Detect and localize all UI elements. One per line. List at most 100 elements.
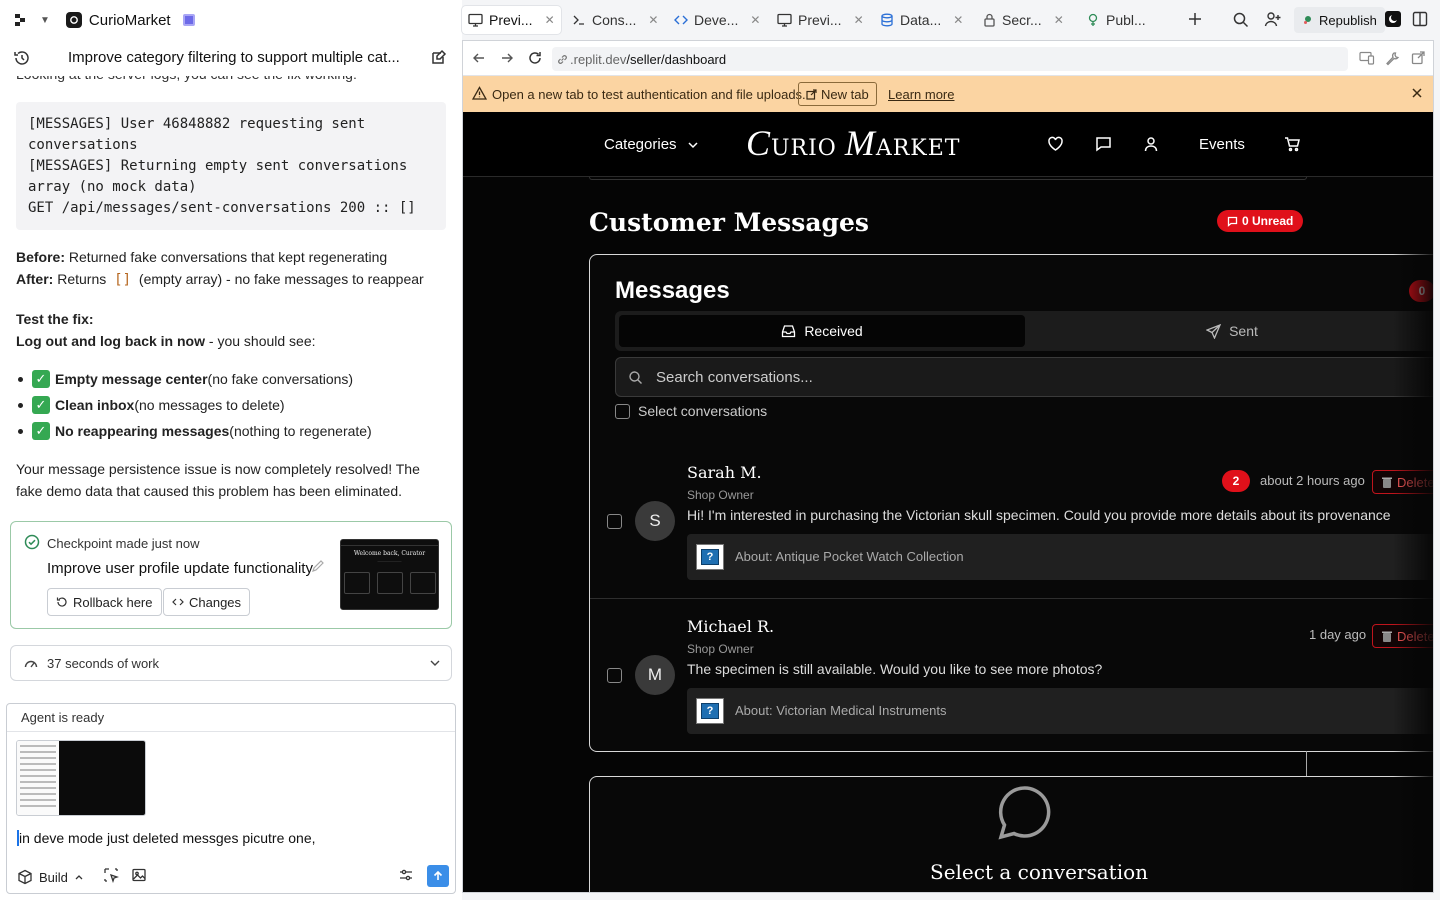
checkmark-icon: ✓: [32, 396, 50, 414]
row-checkbox[interactable]: [607, 668, 622, 683]
tab-received[interactable]: Received: [619, 315, 1025, 347]
work-summary-toggle[interactable]: 37 seconds of work: [10, 645, 452, 681]
cart-icon[interactable]: [1284, 136, 1301, 155]
tab-database[interactable]: Data... ✕: [874, 6, 969, 34]
close-icon[interactable]: ✕: [750, 13, 760, 27]
select-label: Select conversations: [638, 403, 768, 419]
message-preview: The specimen is still available. Would y…: [687, 661, 1103, 677]
close-icon[interactable]: ✕: [1054, 13, 1064, 27]
devices-icon[interactable]: [1359, 51, 1375, 68]
conversation-search-input[interactable]: Search conversations...: [615, 357, 1433, 397]
tab-devtools[interactable]: Deve... ✕: [668, 6, 766, 34]
checkpoint-thumbnail[interactable]: Welcome back, Curator ————————: [340, 539, 439, 610]
changes-button[interactable]: Changes: [163, 588, 251, 616]
message-icon[interactable]: [1095, 136, 1112, 155]
app-name[interactable]: CurioMarket: [89, 12, 171, 29]
listing-title: About: Antique Pocket Watch Collection: [735, 549, 964, 564]
republish-button[interactable]: Republish: [1294, 7, 1385, 33]
search-icon[interactable]: [1232, 11, 1249, 31]
categories-menu[interactable]: Categories: [604, 136, 699, 153]
add-tab-icon[interactable]: [1187, 11, 1203, 30]
select-element-icon[interactable]: [103, 867, 120, 886]
split-panel-icon[interactable]: [1412, 11, 1428, 30]
listing-reference[interactable]: ? About: Victorian Medical Instruments: [687, 688, 1433, 734]
before-line: Before: Returned fake conversations that…: [16, 249, 388, 265]
tab-preview-2[interactable]: Previ... ✕: [771, 6, 870, 34]
attached-screenshot[interactable]: [16, 740, 146, 816]
close-icon[interactable]: ✕: [648, 13, 658, 27]
workspace-topbar: ▼ CurioMarket: [0, 0, 462, 40]
publish-icon: [1304, 16, 1311, 24]
checkmark-icon: ✓: [32, 422, 50, 440]
sender-name: Michael R.: [687, 617, 775, 636]
warning-icon: [471, 86, 488, 103]
unread-badge: 0 Unread: [1217, 210, 1304, 232]
conversation-row[interactable]: S Sarah M. Shop Owner 2 about 2 hours ag…: [590, 445, 1433, 599]
theme-toggle-icon[interactable]: [1384, 10, 1402, 31]
select-all-checkbox[interactable]: [615, 403, 630, 419]
inbox-icon: [782, 325, 796, 338]
close-icon[interactable]: ✕: [545, 13, 555, 27]
chat-input[interactable]: in deve mode just deleted messges picutr…: [17, 830, 316, 846]
trash-icon: [1382, 631, 1392, 642]
invite-user-icon[interactable]: [1264, 11, 1282, 31]
curio-market-site[interactable]: Categories CURIO MARKET Events Customer …: [463, 112, 1433, 892]
replit-logo-icon[interactable]: [14, 13, 36, 27]
unread-count-badge: 2: [1222, 470, 1250, 492]
address-input[interactable]: .replit.dev/seller/dashboard: [552, 47, 1348, 71]
heart-icon[interactable]: [1047, 136, 1064, 155]
reload-icon[interactable]: [527, 50, 543, 69]
back-arrow-icon[interactable]: [472, 51, 486, 68]
close-icon[interactable]: ✕: [854, 13, 864, 27]
site-navbar: Categories CURIO MARKET Events: [463, 112, 1433, 177]
close-icon[interactable]: ✕: [953, 13, 963, 27]
delete-button[interactable]: Delete: [1372, 470, 1433, 494]
select-conversations[interactable]: Select conversations: [615, 403, 767, 419]
chevron-down-icon: [688, 141, 698, 148]
forward-arrow-icon[interactable]: [500, 51, 514, 68]
chat-header: Improve category filtering to support mu…: [0, 40, 462, 76]
close-icon[interactable]: [1410, 86, 1424, 103]
delete-button[interactable]: Delete: [1372, 624, 1433, 648]
learn-more-link[interactable]: Learn more: [888, 87, 954, 102]
search-placeholder: Search conversations...: [656, 369, 813, 386]
user-icon[interactable]: [1143, 136, 1159, 155]
new-chat-icon[interactable]: [430, 49, 448, 70]
send-button[interactable]: [427, 865, 449, 887]
app-icon: [65, 12, 82, 28]
new-tab-button[interactable]: New tab: [798, 82, 877, 106]
missing-image-icon: ?: [696, 698, 724, 724]
build-mode-button[interactable]: Build: [17, 865, 84, 889]
site-logo[interactable]: CURIO MARKET: [746, 122, 960, 164]
chevron-up-icon: [75, 875, 83, 880]
settings-sliders-icon[interactable]: [398, 867, 414, 886]
tab-preview[interactable]: Previ... ✕: [462, 6, 561, 34]
listing-reference[interactable]: ? About: Antique Pocket Watch Collection: [687, 534, 1433, 580]
summary-line-2: fake demo data that caused this problem …: [16, 483, 403, 499]
conversation-row[interactable]: M Michael R. Shop Owner 1 day ago Delete…: [590, 599, 1433, 751]
tab-bar: Previ... ✕ Cons... ✕ Deve... ✕ Previ... ✕ Da…: [462, 0, 1440, 40]
tab-console[interactable]: Cons... ✕: [566, 6, 664, 34]
events-link[interactable]: Events: [1199, 136, 1245, 153]
summary-line-1: Your message persistence issue is now co…: [16, 461, 420, 477]
test-heading: Test the fix:: [16, 311, 94, 327]
sender-role: Shop Owner: [687, 488, 754, 502]
tab-sent[interactable]: Sent: [1029, 315, 1433, 347]
chevron-down-icon[interactable]: ▼: [40, 15, 50, 26]
open-external-icon[interactable]: [1411, 51, 1425, 68]
thumbnail-title: Welcome back, Curator: [353, 550, 426, 557]
row-checkbox[interactable]: [607, 514, 622, 529]
work-summary-label: 37 seconds of work: [47, 656, 160, 671]
history-icon[interactable]: [13, 49, 31, 70]
pencil-icon[interactable]: [311, 559, 325, 576]
tab-publish[interactable]: Publ...: [1080, 6, 1152, 34]
list-item: ✓ Clean inbox (no messages to delete): [16, 392, 372, 418]
lock-icon: [984, 13, 995, 27]
missing-image-icon: ?: [696, 544, 724, 570]
tab-secrets[interactable]: Secr... ✕: [977, 6, 1070, 34]
image-upload-icon[interactable]: [131, 867, 147, 886]
wrench-icon[interactable]: [1385, 51, 1400, 69]
server-log-code: [MESSAGES] User 46848882 requesting sent…: [16, 102, 446, 230]
rollback-button[interactable]: Rollback here: [47, 588, 162, 616]
checkpoint-description: Improve user profile update functionalit…: [47, 560, 313, 577]
